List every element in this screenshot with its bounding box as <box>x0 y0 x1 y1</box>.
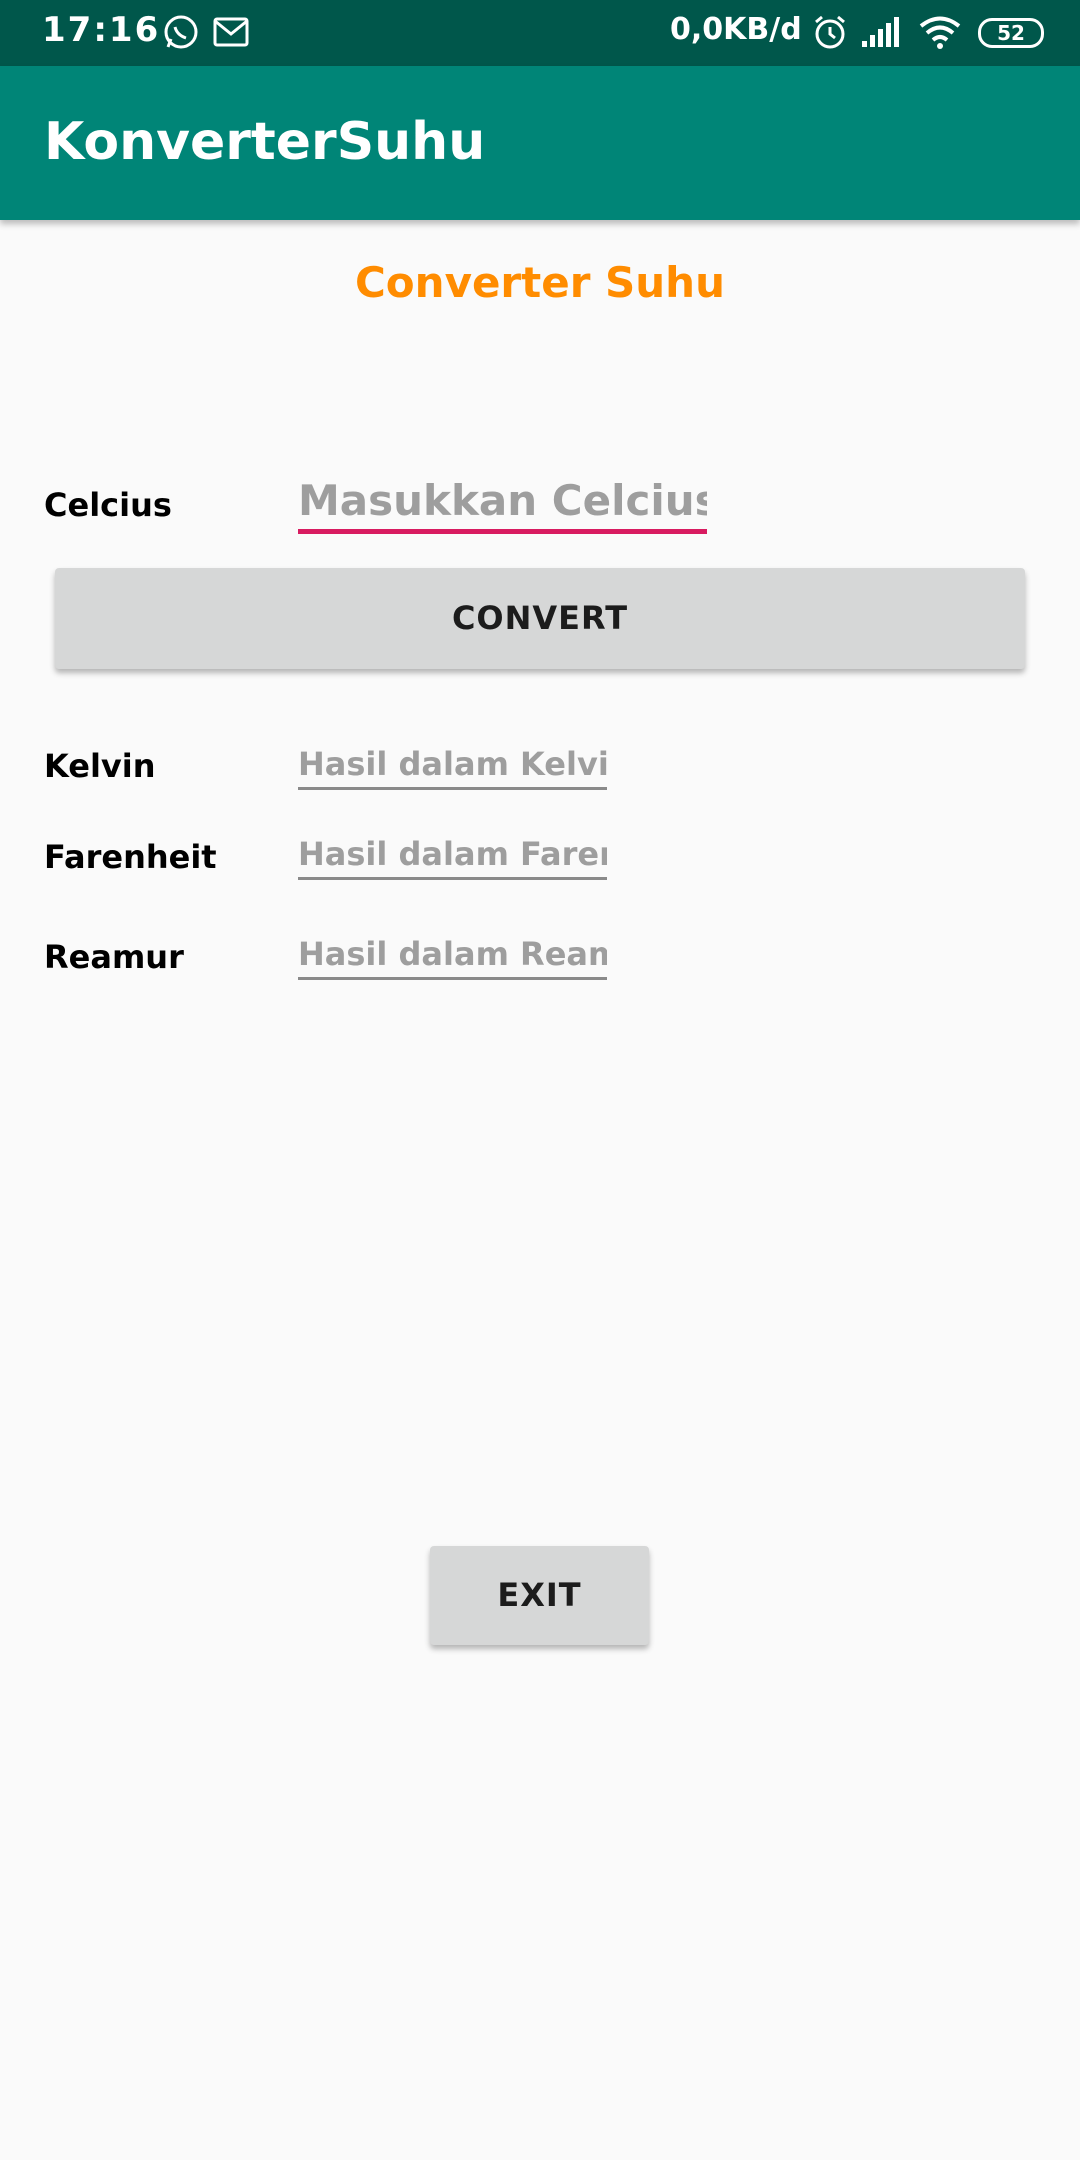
kelvin-output[interactable] <box>298 740 607 787</box>
wifi-icon <box>918 13 962 55</box>
gmail-icon <box>212 13 250 55</box>
celcius-label: Celcius <box>44 486 172 524</box>
reamur-label: Reamur <box>44 938 184 976</box>
exit-button[interactable]: EXIT <box>430 1546 649 1645</box>
celcius-input[interactable] <box>298 472 707 529</box>
reamur-field-wrap <box>298 930 607 980</box>
celcius-field-wrap <box>298 472 707 534</box>
convert-button[interactable]: CONVERT <box>55 568 1025 669</box>
status-bar: 17:16 0,0KB/d 52 <box>0 0 1080 66</box>
status-time: 17:16 <box>42 10 161 50</box>
whatsapp-icon <box>162 13 200 55</box>
kelvin-label: Kelvin <box>44 747 156 785</box>
battery-icon: 52 <box>978 18 1044 48</box>
app-bar: KonverterSuhu <box>0 66 1080 220</box>
app-title: KonverterSuhu <box>44 112 486 172</box>
signal-icon <box>860 13 902 55</box>
kelvin-field-wrap <box>298 740 607 790</box>
reamur-output[interactable] <box>298 930 607 977</box>
network-speed: 0,0KB/d <box>670 12 802 47</box>
page-heading: Converter Suhu <box>354 258 725 307</box>
alarm-icon <box>812 13 848 55</box>
farenheit-output[interactable] <box>298 830 607 877</box>
farenheit-field-wrap <box>298 830 607 880</box>
farenheit-label: Farenheit <box>44 838 217 876</box>
